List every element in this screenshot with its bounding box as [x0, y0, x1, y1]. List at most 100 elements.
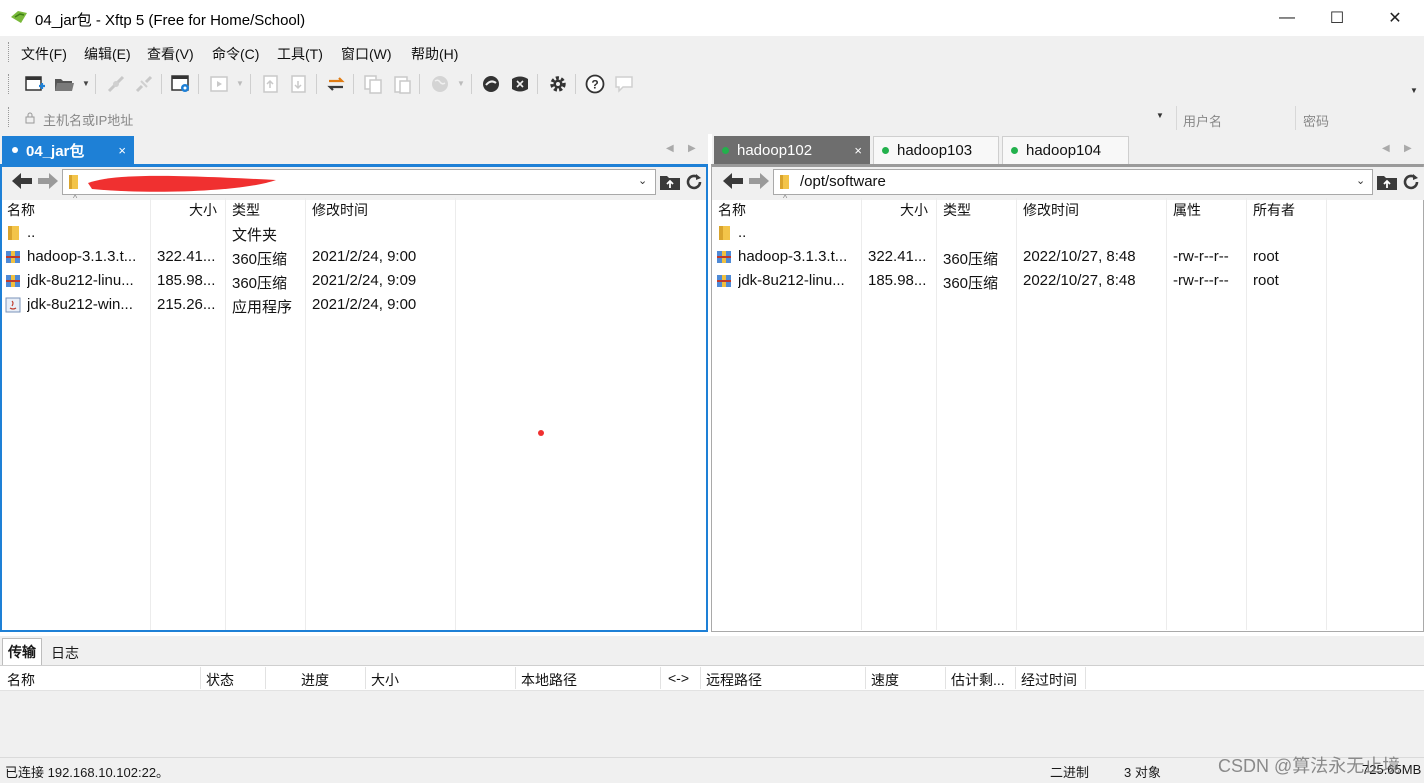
- column-divider: [1016, 198, 1017, 630]
- archive-icon: [717, 251, 731, 263]
- col-header-name[interactable]: 名称: [7, 200, 35, 222]
- transfer-col-local-path[interactable]: 本地路径: [521, 670, 577, 692]
- transfer-col-name[interactable]: 名称: [7, 670, 35, 692]
- file-type: 应用程序: [232, 299, 293, 316]
- transfer-col-speed[interactable]: 速度: [871, 670, 899, 692]
- transfer-col-elapsed[interactable]: 经过时间: [1021, 670, 1077, 692]
- tab-scroll-right-icon[interactable]: ▶: [688, 143, 696, 154]
- lock-icon: [25, 112, 35, 124]
- menu-grip: [8, 42, 10, 62]
- toolbar-overflow-icon[interactable]: ▼: [1410, 86, 1418, 95]
- col-header-modified[interactable]: 修改时间: [1023, 200, 1079, 222]
- tab-hadoop103[interactable]: hadoop103: [873, 136, 999, 164]
- tab-hadoop102[interactable]: hadoop102 ×: [714, 136, 870, 164]
- file-attributes: -rw-r--r--: [1173, 272, 1229, 289]
- forward-arrow-icon[interactable]: [747, 170, 771, 195]
- col-header-size[interactable]: 大小: [900, 200, 928, 222]
- back-arrow-icon[interactable]: [721, 170, 745, 195]
- menu-view[interactable]: 查看(V): [147, 44, 194, 64]
- menu-window[interactable]: 窗口(W): [341, 44, 392, 64]
- host-dropdown-icon[interactable]: ▼: [1156, 111, 1164, 120]
- path-dropdown-icon[interactable]: ⌄: [1356, 174, 1365, 187]
- xshell-icon[interactable]: [479, 72, 503, 96]
- tab-close-icon[interactable]: ×: [854, 143, 862, 158]
- transfer-mode[interactable]: 二进制: [1050, 762, 1089, 781]
- xmanager-icon[interactable]: [508, 72, 532, 96]
- file-name[interactable]: jdk-8u212-linu...: [27, 272, 147, 289]
- column-divider: [865, 667, 866, 689]
- cursor-marker-dot: [538, 430, 544, 436]
- copy-icon: [361, 72, 385, 96]
- address-divider: [1295, 106, 1296, 130]
- new-session-icon[interactable]: [23, 72, 47, 96]
- transfer-col-remaining[interactable]: 估计剩...: [951, 670, 1005, 692]
- menu-help[interactable]: 帮助(H): [411, 44, 458, 64]
- col-header-attributes[interactable]: 属性: [1173, 200, 1201, 222]
- tab-local-folder[interactable]: 04_jar包 ×: [2, 136, 134, 164]
- open-dropdown-icon[interactable]: ▼: [82, 80, 90, 88]
- refresh-icon[interactable]: [683, 172, 705, 195]
- column-divider: [861, 198, 862, 630]
- file-name[interactable]: hadoop-3.1.3.t...: [27, 248, 147, 265]
- parent-folder-icon[interactable]: [1376, 172, 1398, 195]
- column-divider: [660, 667, 661, 689]
- col-header-modified[interactable]: 修改时间: [312, 200, 368, 222]
- tab-close-icon[interactable]: ×: [118, 143, 126, 158]
- column-divider: [936, 198, 937, 630]
- upload-icon: [259, 72, 283, 96]
- tab-label: 04_jar包: [26, 142, 85, 160]
- transfer-col-remote-path[interactable]: 远程路径: [706, 670, 762, 692]
- open-folder-icon[interactable]: [52, 72, 76, 96]
- menu-file[interactable]: 文件(F): [21, 44, 67, 64]
- forward-arrow-icon[interactable]: [36, 170, 60, 195]
- settings-gear-icon[interactable]: [546, 72, 570, 96]
- toolbar-separator: [316, 74, 317, 94]
- file-name[interactable]: ..: [27, 224, 145, 241]
- tab-scroll-left-icon[interactable]: ◀: [1382, 143, 1390, 154]
- column-divider: [455, 198, 456, 630]
- tab-scroll-left-icon[interactable]: ◀: [666, 143, 674, 154]
- col-header-type[interactable]: 类型: [232, 200, 260, 222]
- column-divider: [1166, 198, 1167, 630]
- transfer-col-status[interactable]: 状态: [206, 670, 234, 692]
- tab-transfer[interactable]: 传输: [2, 638, 42, 665]
- toolbar-separator: [161, 74, 162, 94]
- col-header-type[interactable]: 类型: [943, 200, 971, 222]
- minimize-button[interactable]: —: [1264, 0, 1310, 36]
- transfer-col-progress[interactable]: 进度: [301, 670, 329, 692]
- properties-icon[interactable]: [169, 72, 193, 96]
- transfer-col-size[interactable]: 大小: [371, 670, 399, 692]
- sync-arrows-icon[interactable]: [324, 72, 348, 96]
- csdn-watermark: CSDN @算法永无止境: [1218, 756, 1401, 776]
- menu-command[interactable]: 命令(C): [212, 44, 259, 64]
- status-bar: [0, 757, 1424, 783]
- back-arrow-icon[interactable]: [10, 170, 34, 195]
- refresh-icon[interactable]: [1400, 172, 1422, 195]
- maximize-button[interactable]: ☐: [1314, 0, 1360, 36]
- tab-scroll-right-icon[interactable]: ▶: [1404, 143, 1412, 154]
- menu-tools[interactable]: 工具(T): [277, 44, 323, 64]
- col-header-size[interactable]: 大小: [189, 200, 217, 222]
- toolbar-separator: [95, 74, 96, 94]
- file-name[interactable]: jdk-8u212-linu...: [738, 272, 858, 289]
- transfer-dropdown-icon: ▼: [236, 79, 244, 88]
- col-header-name[interactable]: 名称: [718, 200, 746, 222]
- chat-icon: [612, 72, 636, 96]
- file-name[interactable]: hadoop-3.1.3.t...: [738, 248, 858, 265]
- host-input[interactable]: [14, 106, 1174, 130]
- tab-hadoop104[interactable]: hadoop104: [1002, 136, 1129, 164]
- password-field[interactable]: 密码: [1303, 111, 1329, 130]
- file-name[interactable]: ..: [738, 224, 856, 241]
- transfer-col-direction[interactable]: <->: [668, 670, 689, 692]
- tab-log[interactable]: 日志: [51, 643, 79, 663]
- username-field[interactable]: 用户名: [1183, 111, 1222, 130]
- file-name[interactable]: jdk-8u212-win...: [27, 296, 147, 313]
- parent-folder-icon[interactable]: [659, 172, 681, 195]
- menu-edit[interactable]: 编辑(E): [84, 44, 131, 64]
- help-icon[interactable]: ?: [583, 72, 607, 96]
- path-dropdown-icon[interactable]: ⌄: [638, 174, 647, 187]
- paste-icon: [390, 72, 414, 96]
- toolbar-separator: [419, 74, 420, 94]
- close-window-button[interactable]: ✕: [1372, 0, 1418, 36]
- col-header-owner[interactable]: 所有者: [1253, 200, 1295, 222]
